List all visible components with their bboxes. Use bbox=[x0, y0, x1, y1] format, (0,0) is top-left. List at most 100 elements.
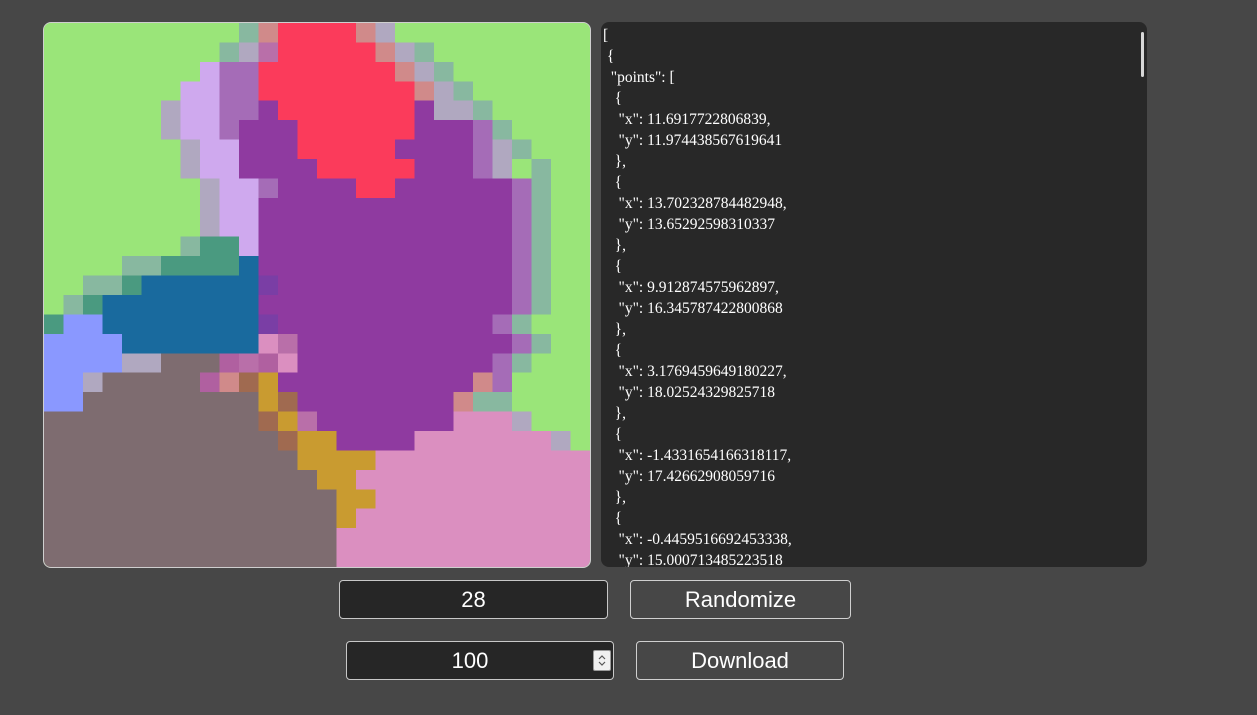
pixel-cell bbox=[570, 139, 590, 160]
pixel-cell bbox=[83, 333, 103, 354]
pixel-cell bbox=[492, 469, 513, 490]
pixel-cell bbox=[258, 61, 279, 82]
size-number-input[interactable] bbox=[346, 641, 614, 680]
pixel-cell bbox=[161, 61, 181, 82]
pixel-cell bbox=[278, 547, 298, 567]
pixel-cell bbox=[239, 23, 259, 43]
pixel-cell bbox=[453, 392, 474, 412]
pixel-cell bbox=[336, 178, 357, 199]
pixel-cell bbox=[278, 100, 298, 121]
pixel-cell bbox=[512, 469, 532, 490]
pixel-cell bbox=[63, 392, 84, 412]
pixel-cell bbox=[102, 528, 123, 548]
pixel-cell bbox=[570, 469, 590, 490]
pixel-cell bbox=[278, 431, 298, 451]
pixel-cell bbox=[336, 100, 357, 121]
pixel-cell bbox=[161, 275, 181, 296]
pixel-cell bbox=[434, 411, 454, 432]
pixel-cell bbox=[180, 159, 201, 179]
pixel-cell bbox=[161, 295, 181, 315]
pixel-cell bbox=[102, 392, 123, 412]
pixel-cell bbox=[122, 23, 142, 43]
pixel-cell bbox=[356, 275, 376, 296]
chevron-down-icon[interactable] bbox=[598, 661, 606, 666]
pixel-cell bbox=[122, 197, 142, 218]
pixel-cell bbox=[122, 100, 142, 121]
pixel-cell bbox=[531, 469, 552, 490]
pixel-cell bbox=[239, 197, 259, 218]
pixel-cell bbox=[297, 139, 318, 160]
pixel-cell bbox=[414, 159, 435, 179]
pixel-cell bbox=[239, 392, 259, 412]
pixel-cell bbox=[375, 411, 396, 432]
pixel-cell bbox=[141, 508, 162, 529]
pixel-cell bbox=[122, 295, 142, 315]
pixel-cell bbox=[297, 100, 318, 121]
pixel-cell bbox=[414, 81, 435, 102]
pixel-cell bbox=[317, 469, 337, 490]
pixel-cell bbox=[551, 450, 571, 471]
pixel-cell bbox=[336, 197, 357, 218]
pixel-cell bbox=[44, 23, 64, 43]
pixel-cell bbox=[336, 372, 357, 393]
pixel-cell bbox=[395, 217, 415, 238]
pixel-cell bbox=[570, 411, 590, 432]
pixel-cell bbox=[551, 295, 571, 315]
pixel-cell bbox=[317, 547, 337, 567]
pixel-cell bbox=[161, 23, 181, 43]
pixel-cell bbox=[219, 275, 240, 296]
pixel-cell bbox=[356, 547, 376, 567]
pixel-cell bbox=[83, 353, 103, 374]
pixel-cell bbox=[200, 120, 220, 140]
pixel-cell bbox=[375, 120, 396, 140]
pixel-cell bbox=[258, 236, 279, 257]
pixel-cell bbox=[278, 275, 298, 296]
pixel-cell bbox=[453, 353, 474, 374]
pixel-cell bbox=[102, 23, 123, 43]
pixel-cell bbox=[492, 120, 513, 140]
pixel-cell bbox=[375, 431, 396, 451]
pixel-cell bbox=[414, 528, 435, 548]
download-button[interactable]: Download bbox=[636, 641, 844, 680]
seed-input[interactable] bbox=[339, 580, 608, 619]
pixel-cell bbox=[219, 411, 240, 432]
pixel-cell bbox=[336, 256, 357, 276]
pixel-cell bbox=[200, 81, 220, 102]
pixel-cell bbox=[375, 178, 396, 199]
pixel-cell bbox=[395, 23, 415, 43]
pixel-cell bbox=[297, 178, 318, 199]
chevron-up-icon[interactable] bbox=[598, 655, 606, 660]
pixel-cell bbox=[414, 353, 435, 374]
pixel-cell bbox=[356, 353, 376, 374]
pixel-cell bbox=[63, 333, 84, 354]
pixel-cell bbox=[375, 333, 396, 354]
pixel-cell bbox=[551, 159, 571, 179]
pixel-cell bbox=[161, 81, 181, 102]
pixel-cell bbox=[414, 333, 435, 354]
pixel-cell bbox=[356, 489, 376, 510]
pixel-cell bbox=[239, 353, 259, 374]
pixel-cell bbox=[83, 372, 103, 393]
pixel-cell bbox=[453, 547, 474, 567]
json-scrollbar-thumb[interactable] bbox=[1141, 32, 1144, 77]
pixel-cell bbox=[278, 372, 298, 393]
pixel-cell bbox=[317, 81, 337, 102]
pixel-cell bbox=[219, 256, 240, 276]
pixel-cell bbox=[83, 42, 103, 63]
pixel-cell bbox=[161, 450, 181, 471]
size-spinner[interactable] bbox=[593, 650, 611, 671]
pixel-cell bbox=[570, 120, 590, 140]
pixel-cell bbox=[83, 547, 103, 567]
randomize-button[interactable]: Randomize bbox=[630, 580, 851, 619]
pixel-cell bbox=[531, 178, 552, 199]
pixel-cell bbox=[317, 197, 337, 218]
pixel-cell bbox=[570, 392, 590, 412]
pixel-cell bbox=[473, 81, 493, 102]
pixel-cell bbox=[317, 178, 337, 199]
pixel-cell bbox=[453, 139, 474, 160]
pixel-cell bbox=[317, 314, 337, 335]
pixel-cell bbox=[336, 333, 357, 354]
json-output-panel[interactable]: [ { "points": [ { "x": 11.6917722806839,… bbox=[601, 22, 1147, 567]
pixel-cell bbox=[512, 217, 532, 238]
pixel-cell bbox=[453, 295, 474, 315]
